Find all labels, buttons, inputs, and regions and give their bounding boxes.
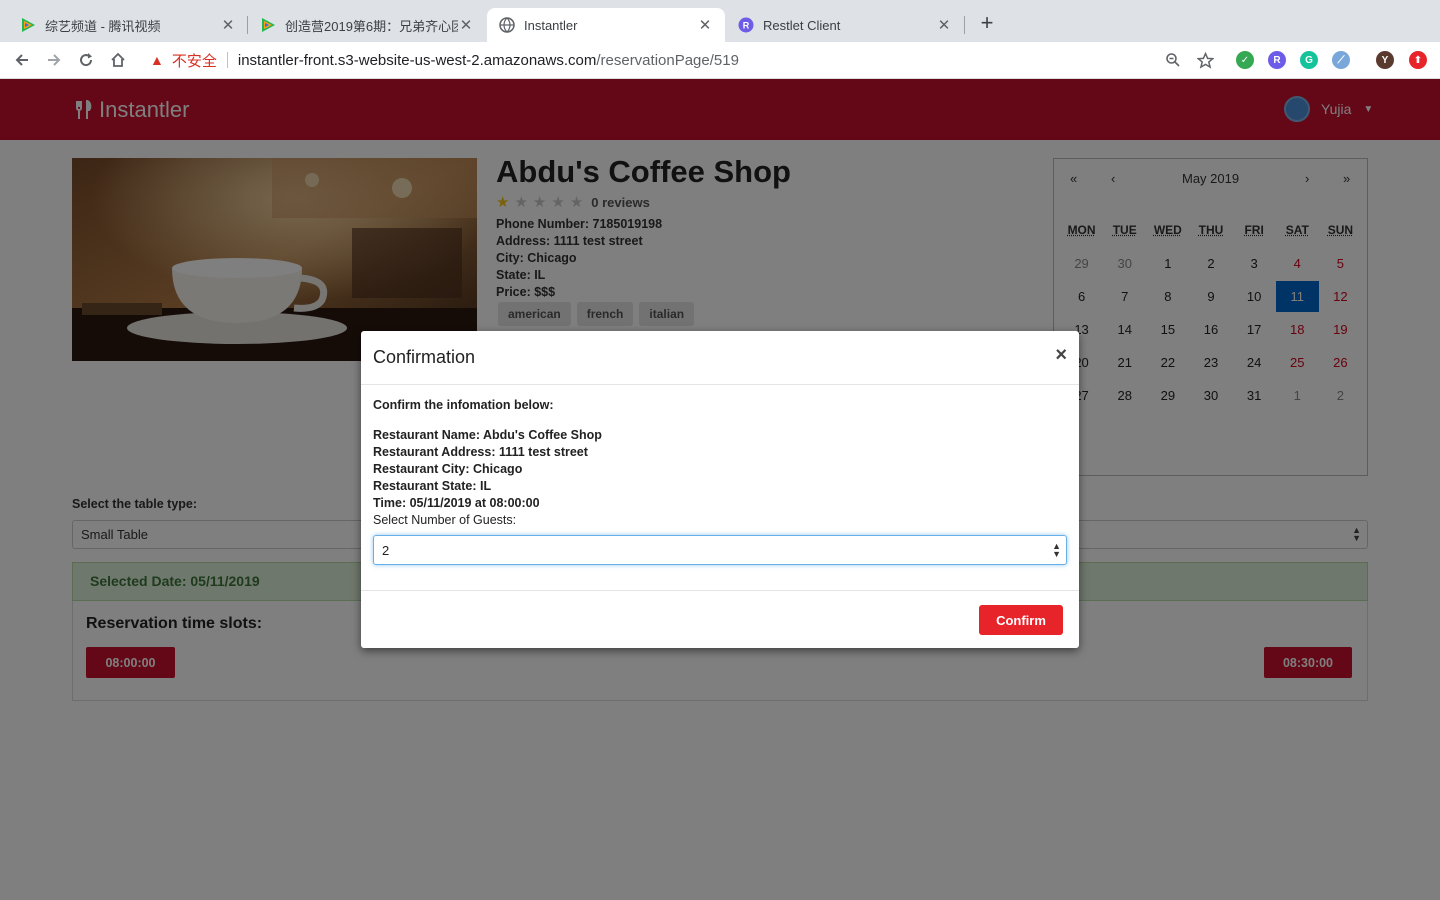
modal-header-divider — [361, 384, 1079, 385]
extension-restlet-icon[interactable]: R — [1268, 51, 1286, 69]
bookmark-star-icon[interactable] — [1195, 50, 1215, 70]
tab-close-icon[interactable]: ✕ — [697, 16, 713, 34]
browser-tab-restlet[interactable]: R Restlet Client ✕ — [726, 8, 964, 42]
extension-update-icon[interactable]: ⬆ — [1409, 51, 1427, 69]
tab-title: Restlet Client — [763, 17, 841, 33]
address-bar[interactable]: ▲ 不安全 instantler-front.s3-website-us-wes… — [140, 46, 1230, 74]
tab-close-icon[interactable]: ✕ — [936, 16, 952, 34]
tab-close-icon[interactable]: ✕ — [220, 16, 236, 34]
tab-close-icon[interactable]: ✕ — [458, 16, 474, 34]
extension-grammarly-icon[interactable]: G — [1300, 51, 1318, 69]
select-arrows-icon: ▲▼ — [1052, 541, 1061, 559]
guests-label: Select Number of Guests: — [373, 513, 517, 527]
new-tab-button[interactable]: + — [976, 12, 998, 35]
confirm-restaurant-city: Restaurant City: Chicago — [373, 462, 523, 476]
profile-avatar[interactable]: Y — [1376, 51, 1394, 69]
home-icon[interactable] — [108, 50, 128, 70]
zoom-icon[interactable] — [1163, 50, 1183, 70]
extension-feather-icon[interactable]: ⟋ — [1332, 51, 1350, 69]
tab-title: 创造营2019第6期：兄弟齐心团 — [285, 18, 458, 34]
omnibox-divider — [226, 52, 228, 68]
tencent-video-icon — [22, 18, 35, 32]
tab-separator — [964, 16, 965, 34]
confirmation-modal: Confirmation × Confirm the infomation be… — [361, 331, 1079, 648]
guests-select[interactable]: 2 ▲ ▼ — [373, 535, 1067, 565]
browser-tab-tencent-variety[interactable]: 综艺频道 - 腾讯视频 ✕ — [8, 8, 248, 42]
tab-title: Instantler — [524, 17, 578, 33]
browser-tab-instantler[interactable]: Instantler ✕ — [487, 8, 725, 42]
page: Instantler Yujia ▼ — [0, 79, 1440, 900]
browser-tab-chuangzaoying[interactable]: 创造营2019第6期：兄弟齐心团 ✕ — [248, 8, 486, 42]
confirm-time: Time: 05/11/2019 at 08:00:00 — [373, 496, 540, 510]
tab-title: 综艺频道 - 腾讯视频 — [45, 18, 161, 34]
forward-icon[interactable] — [44, 50, 64, 70]
url-host: instantler-front.s3-website-us-west-2.am… — [237, 51, 597, 69]
url-path: /reservationPage/519 — [596, 51, 739, 69]
confirm-restaurant-address: Restaurant Address: 1111 test street — [373, 445, 588, 459]
browser-toolbar: ▲ 不安全 instantler-front.s3-website-us-wes… — [0, 42, 1440, 79]
confirm-restaurant-state: Restaurant State: IL — [373, 479, 492, 493]
back-icon[interactable] — [12, 50, 32, 70]
reload-icon[interactable] — [76, 50, 96, 70]
modal-intro: Confirm the infomation below: — [373, 398, 554, 412]
close-icon[interactable]: × — [1055, 344, 1067, 367]
svg-text:R: R — [743, 21, 750, 31]
restlet-icon: R — [738, 17, 754, 33]
warning-icon[interactable]: ▲ — [150, 52, 164, 68]
tencent-video-icon — [262, 18, 275, 32]
security-label[interactable]: 不安全 — [172, 50, 217, 71]
globe-icon — [499, 17, 515, 33]
confirm-button[interactable]: Confirm — [979, 605, 1063, 635]
guests-value: 2 — [382, 543, 390, 558]
modal-title: Confirmation — [373, 347, 476, 367]
browser-tab-bar: 综艺频道 - 腾讯视频 ✕ 创造营2019第6期：兄弟齐心团 ✕ Instant… — [0, 0, 1440, 42]
modal-footer-divider — [361, 590, 1079, 591]
confirm-restaurant-name: Restaurant Name: Abdu's Coffee Shop — [373, 428, 602, 442]
extension-check-icon[interactable]: ✓ — [1236, 51, 1254, 69]
